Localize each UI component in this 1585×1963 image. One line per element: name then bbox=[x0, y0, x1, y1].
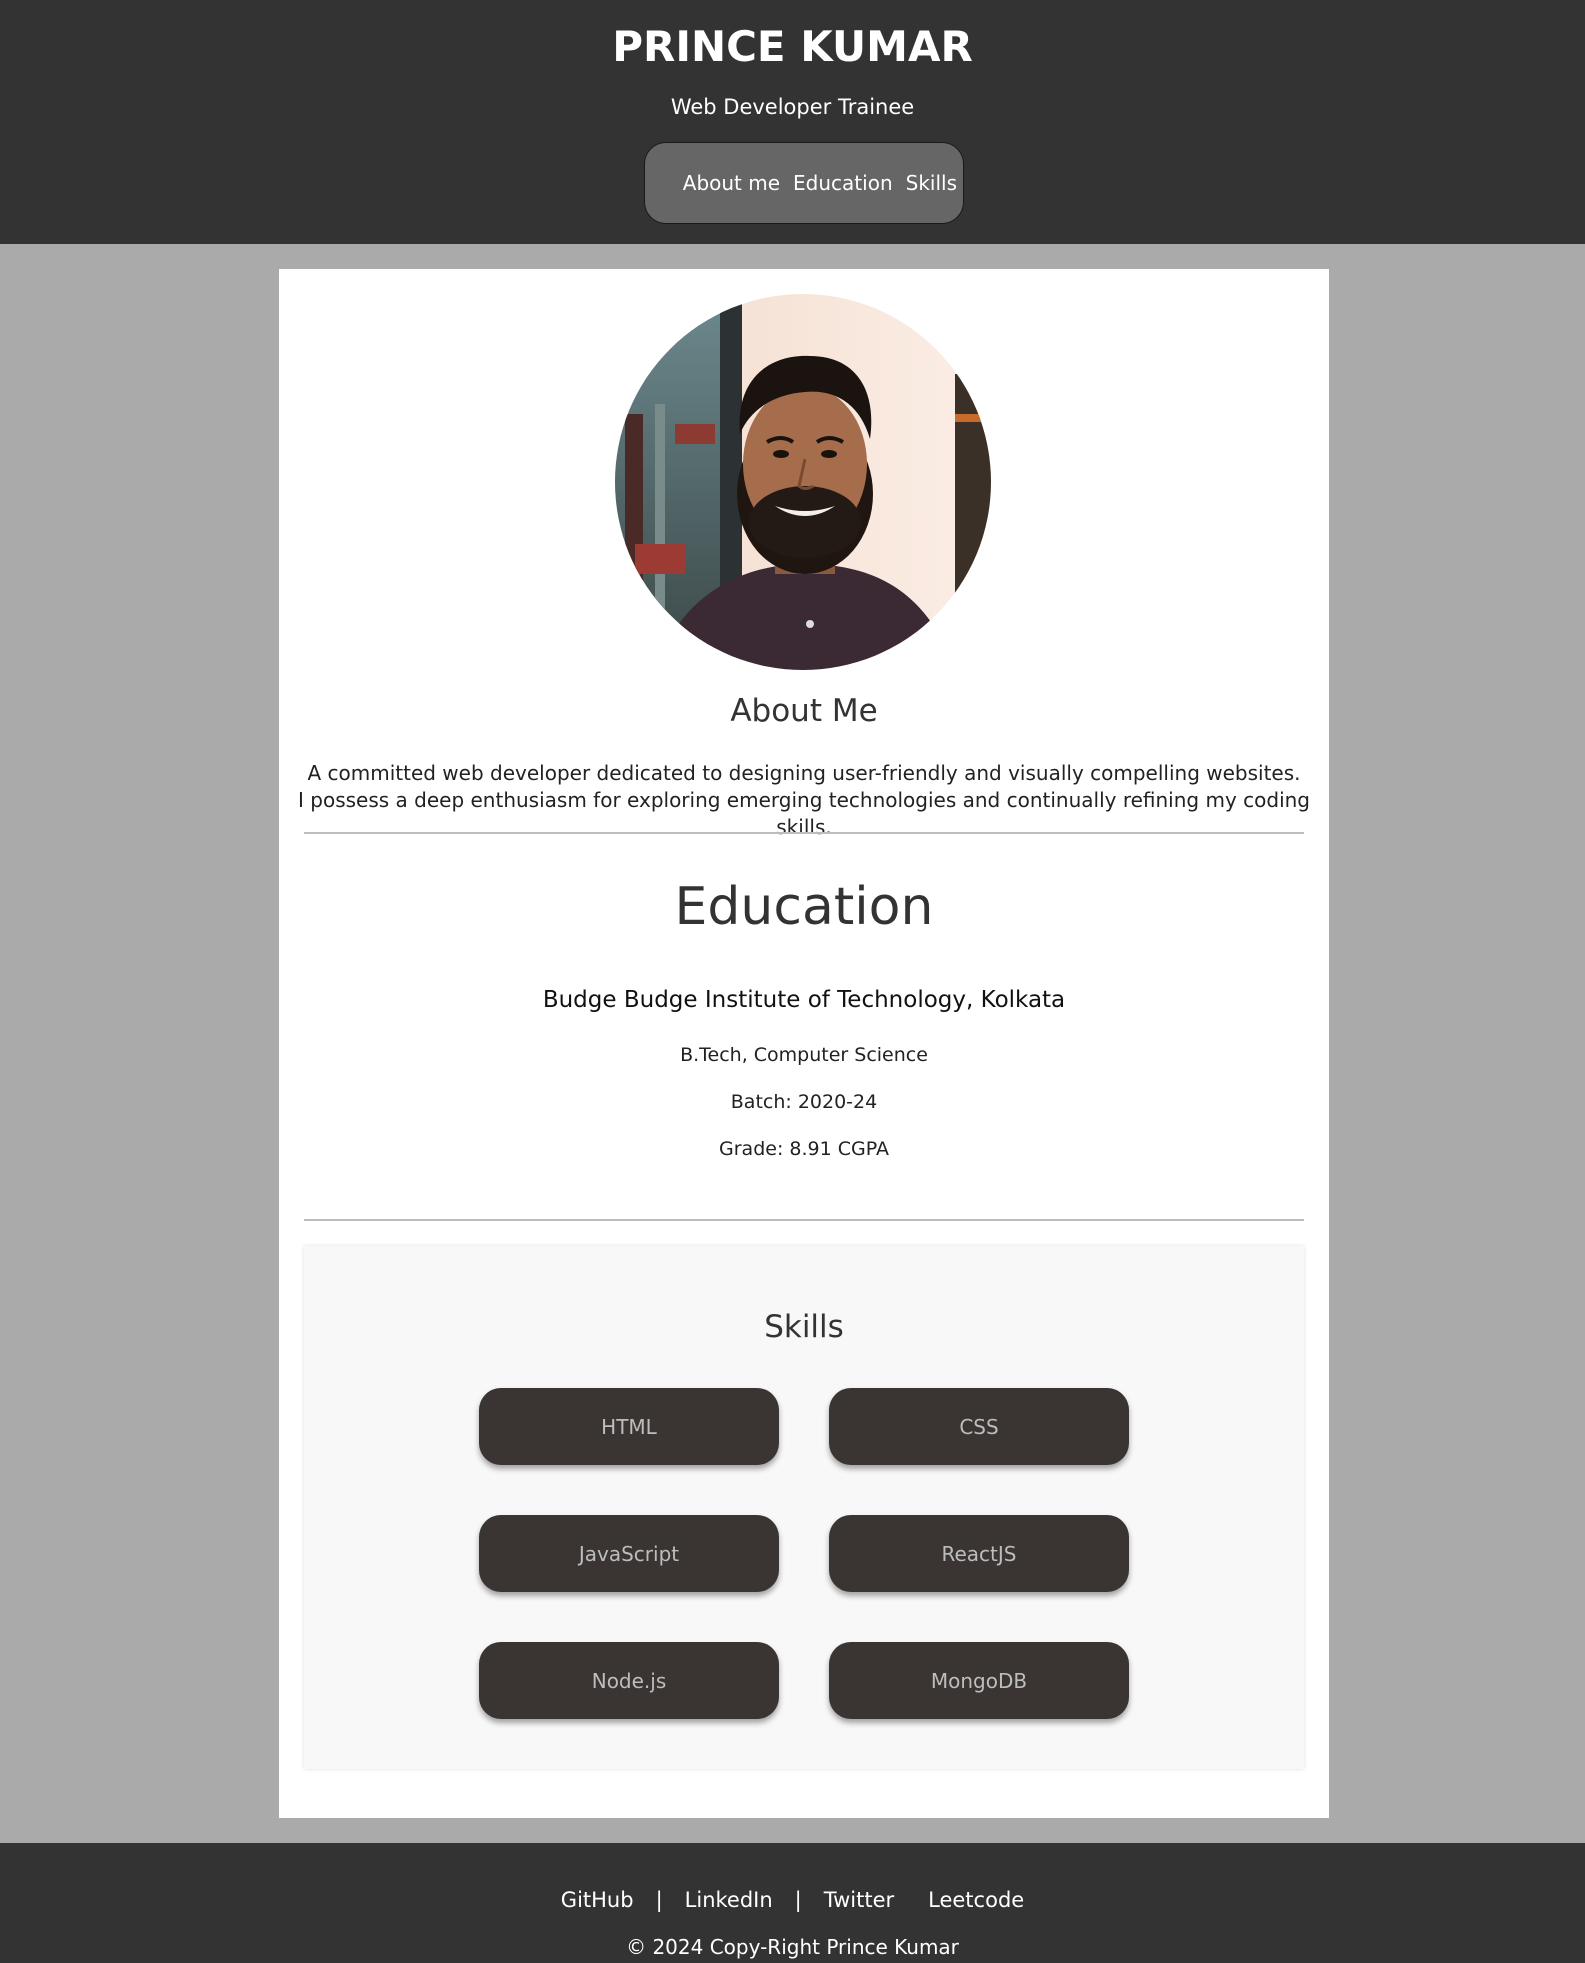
site-subtitle: Web Developer Trainee bbox=[670, 95, 915, 119]
content-card: About Me A committed web developer dedic… bbox=[279, 269, 1329, 1818]
footer-link-leetcode[interactable]: Leetcode bbox=[928, 1888, 1024, 1912]
skill-button-javascript[interactable]: JavaScript bbox=[479, 1515, 779, 1592]
divider bbox=[304, 1219, 1304, 1221]
nav-skills[interactable]: Skills bbox=[906, 171, 957, 195]
footer-separator: | bbox=[655, 1888, 663, 1912]
skill-button-css[interactable]: CSS bbox=[829, 1388, 1129, 1465]
footer-link-github[interactable]: GitHub bbox=[561, 1888, 634, 1912]
footer-link-linkedin[interactable]: LinkedIn bbox=[685, 1888, 773, 1912]
site-header: PRINCE KUMAR Web Developer Trainee About… bbox=[0, 0, 1585, 244]
education-institution: Budge Budge Institute of Technology, Kol… bbox=[542, 987, 1066, 1013]
copyright-text: © 2024 Copy-Right Prince Kumar bbox=[626, 1935, 959, 1959]
divider bbox=[304, 832, 1304, 834]
site-name: PRINCE KUMAR bbox=[612, 22, 973, 71]
footer-separator: | bbox=[794, 1888, 802, 1912]
footer-link-twitter[interactable]: Twitter bbox=[824, 1888, 894, 1912]
education-title: Education bbox=[674, 877, 934, 937]
site-footer: GitHub | LinkedIn | Twitter Leetcode © 2… bbox=[0, 1843, 1585, 1963]
about-text: A committed web developer dedicated to d… bbox=[279, 760, 1329, 841]
about-line-1: A committed web developer dedicated to d… bbox=[307, 761, 1301, 785]
nav-education[interactable]: Education bbox=[793, 171, 893, 195]
skill-button-mongodb[interactable]: MongoDB bbox=[829, 1642, 1129, 1719]
main-nav: About me Education Skills bbox=[644, 142, 964, 224]
skill-button-html[interactable]: HTML bbox=[479, 1388, 779, 1465]
footer-links: GitHub | LinkedIn | Twitter Leetcode bbox=[0, 1888, 1585, 1912]
skill-button-reactjs[interactable]: ReactJS bbox=[829, 1515, 1129, 1592]
education-degree: B.Tech, Computer Science bbox=[680, 1044, 928, 1066]
profile-photo-illustration bbox=[615, 294, 991, 670]
skills-section: Skills HTML CSS JavaScript ReactJS Node.… bbox=[304, 1246, 1304, 1769]
about-title: About Me bbox=[730, 693, 878, 729]
profile-photo bbox=[615, 294, 991, 670]
education-batch: Batch: 2020-24 bbox=[730, 1091, 878, 1113]
nav-about-me[interactable]: About me bbox=[683, 171, 780, 195]
skill-button-nodejs[interactable]: Node.js bbox=[479, 1642, 779, 1719]
skills-title: Skills bbox=[764, 1309, 844, 1345]
education-grade: Grade: 8.91 CGPA bbox=[719, 1138, 889, 1160]
